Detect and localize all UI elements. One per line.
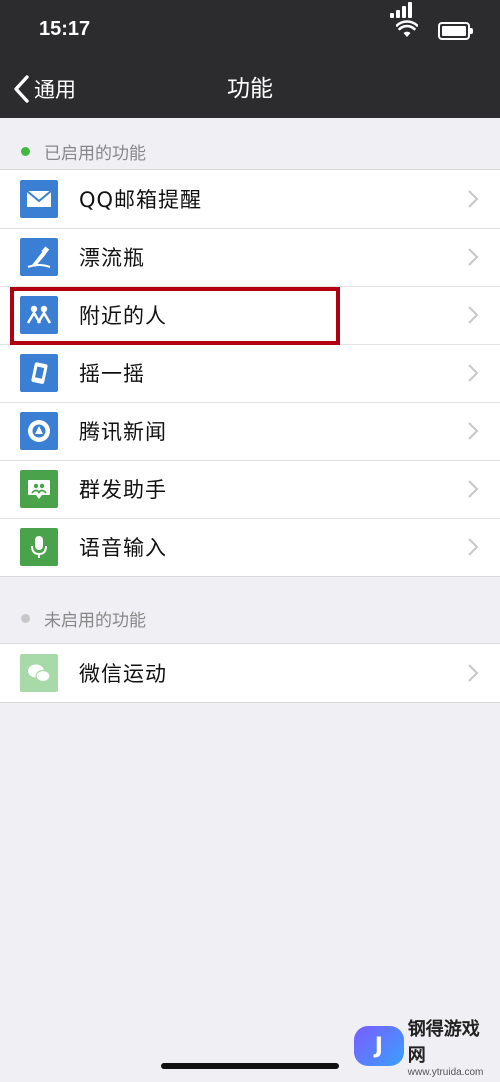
people-nearby-icon bbox=[20, 296, 58, 334]
row-label: 群发助手 bbox=[79, 478, 167, 502]
news-icon bbox=[20, 412, 58, 450]
microphone-icon bbox=[20, 528, 58, 566]
list-item-broadcast[interactable]: 群发助手 bbox=[0, 460, 500, 518]
drift-bottle-icon bbox=[20, 238, 58, 276]
chevron-right-icon bbox=[468, 664, 479, 682]
chevron-right-icon bbox=[468, 422, 479, 440]
disabled-section-header: 未启用的功能 bbox=[0, 603, 500, 633]
home-indicator[interactable] bbox=[161, 1063, 339, 1069]
wechat-sport-icon bbox=[20, 654, 58, 692]
row-label: 腾讯新闻 bbox=[79, 420, 167, 444]
chevron-right-icon bbox=[468, 480, 479, 498]
chevron-right-icon bbox=[468, 364, 479, 382]
chevron-right-icon bbox=[468, 306, 479, 324]
row-label: 语音输入 bbox=[79, 536, 167, 560]
disabled-dot-icon bbox=[21, 613, 30, 623]
enabled-list: QQ邮箱提醒 漂流瓶 附近的人 摇一摇 腾讯新闻 群发助手 语音输入 bbox=[0, 169, 500, 577]
top-bar: 15:17 通用 功能 bbox=[0, 0, 500, 118]
row-label: 摇一摇 bbox=[79, 362, 145, 386]
list-item-wechat-sport[interactable]: 微信运动 bbox=[0, 644, 500, 702]
watermark: J 钢得游戏网 www.ytruida.com bbox=[354, 1016, 494, 1078]
chevron-right-icon bbox=[468, 248, 479, 266]
list-item-drift-bottle[interactable]: 漂流瓶 bbox=[0, 228, 500, 286]
enabled-dot-icon bbox=[21, 146, 30, 156]
wifi-icon bbox=[396, 20, 418, 37]
watermark-name: 钢得游戏网 bbox=[407, 1018, 480, 1066]
page-title: 功能 bbox=[227, 76, 273, 102]
broadcast-icon bbox=[20, 470, 58, 508]
chevron-right-icon bbox=[468, 538, 479, 556]
battery-icon bbox=[438, 22, 473, 40]
signal-icon bbox=[390, 2, 414, 18]
list-item-tencent-news[interactable]: 腾讯新闻 bbox=[0, 402, 500, 460]
row-label: 漂流瓶 bbox=[79, 246, 145, 270]
enabled-section-header: 已启用的功能 bbox=[0, 136, 500, 166]
disabled-list: 微信运动 bbox=[0, 643, 500, 703]
row-label: 微信运动 bbox=[79, 662, 167, 686]
watermark-logo-icon: J bbox=[354, 1026, 404, 1066]
watermark-url: www.ytruida.com bbox=[407, 1066, 484, 1078]
list-item-people-nearby[interactable]: 附近的人 bbox=[0, 286, 500, 344]
mail-icon bbox=[20, 180, 58, 218]
list-item-qq-mail[interactable]: QQ邮箱提醒 bbox=[0, 170, 500, 228]
section-label: 已启用的功能 bbox=[44, 143, 146, 164]
row-label: 附近的人 bbox=[79, 304, 167, 328]
shake-icon bbox=[20, 354, 58, 392]
list-item-voice-input[interactable]: 语音输入 bbox=[0, 518, 500, 576]
row-label: QQ邮箱提醒 bbox=[79, 188, 203, 212]
status-time: 15:17 bbox=[39, 18, 91, 40]
list-item-shake[interactable]: 摇一摇 bbox=[0, 344, 500, 402]
chevron-right-icon bbox=[468, 190, 479, 208]
section-label: 未启用的功能 bbox=[44, 610, 146, 631]
